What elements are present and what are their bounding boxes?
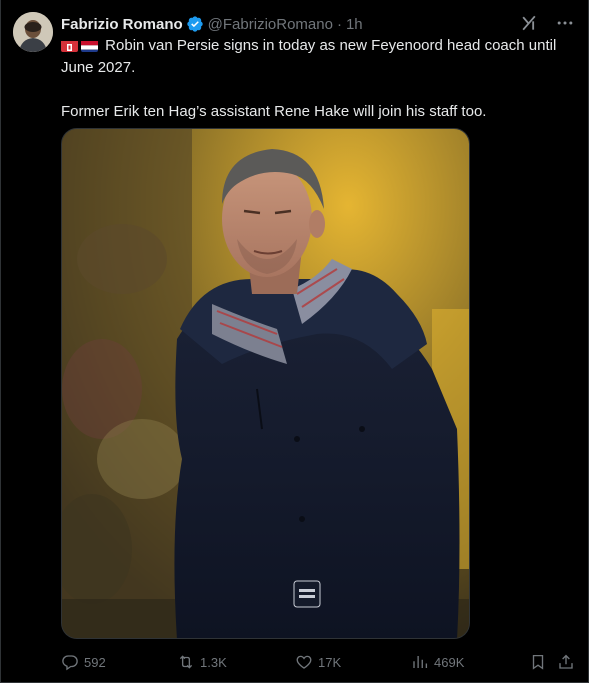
tweet-header: Fabrizio Romano @FabrizioRomano · 1h	[61, 14, 508, 34]
views-button[interactable]: 469K	[411, 653, 464, 671]
like-button[interactable]: 17K	[295, 653, 341, 671]
repost-icon	[179, 655, 193, 669]
author-name[interactable]: Fabrizio Romano	[61, 16, 183, 33]
tweet-line-1: Robin van Persie signs in today as new F…	[61, 35, 571, 79]
separator-dot: ·	[336, 15, 342, 33]
bookmark-button[interactable]	[529, 653, 547, 671]
feyenoord-flag-emoji	[61, 39, 78, 52]
repost-count: 1.3K	[200, 654, 227, 670]
views-chart-icon	[413, 656, 428, 668]
tweet-text: Robin van Persie signs in today as new F…	[61, 35, 571, 123]
tweet-card[interactable]: Fabrizio Romano @FabrizioRomano · 1h Rob…	[0, 0, 589, 683]
reply-button[interactable]: 592	[61, 653, 106, 671]
verified-badge-icon	[186, 15, 204, 33]
repost-button[interactable]: 1.3K	[177, 653, 227, 671]
more-icon[interactable]	[554, 12, 576, 34]
grok-icon[interactable]	[518, 12, 540, 34]
reply-icon	[62, 655, 78, 671]
like-count: 17K	[318, 654, 342, 670]
timestamp[interactable]: 1h	[346, 16, 363, 33]
share-icon	[559, 654, 573, 669]
top-actions	[518, 12, 576, 34]
tweet-text-line-2: Former Erik ten Hag’s assistant Rene Hak…	[61, 103, 487, 120]
tweet-text-line-1: Robin van Persie signs in today as new F…	[61, 37, 557, 76]
heart-icon	[296, 655, 312, 669]
reply-count: 592	[84, 654, 106, 670]
views-count: 469K	[434, 654, 465, 670]
tweet-photo[interactable]	[61, 128, 470, 639]
bookmark-icon	[532, 654, 544, 670]
avatar[interactable]	[13, 12, 53, 52]
tweet-actions-bar: 592 1.3K 17K 469K	[61, 648, 581, 676]
netherlands-flag-emoji	[81, 39, 98, 52]
share-button[interactable]	[557, 653, 575, 671]
author-handle[interactable]: @FabrizioRomano	[208, 16, 333, 33]
